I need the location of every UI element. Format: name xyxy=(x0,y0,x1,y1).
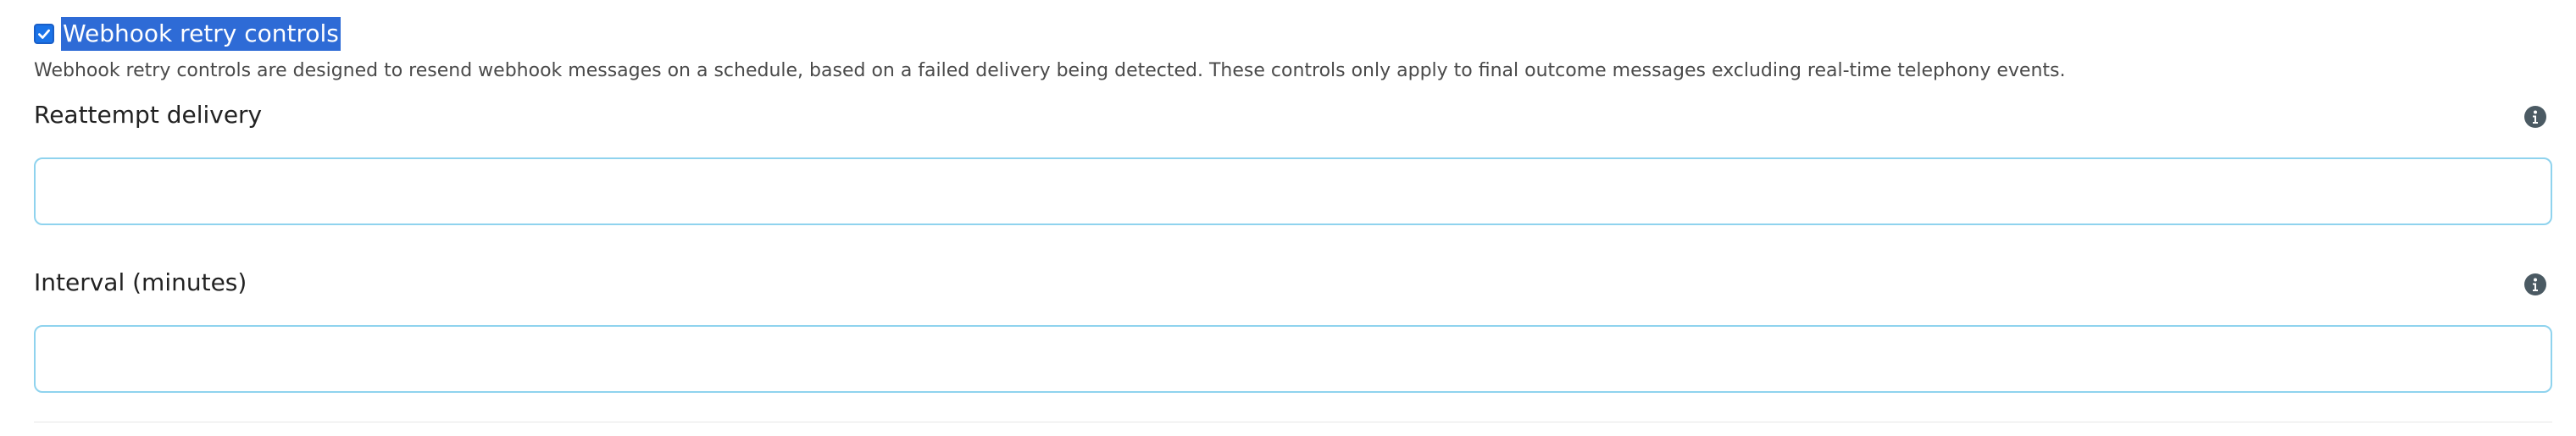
reattempt-delivery-label: Reattempt delivery xyxy=(34,101,263,129)
interval-minutes-label: Interval (minutes) xyxy=(34,268,247,296)
info-icon[interactable] xyxy=(2523,105,2547,129)
check-icon xyxy=(38,29,50,39)
webhook-retry-toggle[interactable]: Webhook retry controls xyxy=(34,15,341,52)
info-icon[interactable] xyxy=(2523,273,2547,296)
reattempt-delivery-input[interactable] xyxy=(34,157,2552,225)
webhook-retry-label[interactable]: Webhook retry controls xyxy=(61,17,341,51)
webhook-retry-checkbox[interactable] xyxy=(34,24,54,44)
webhook-retry-description: Webhook retry controls are designed to r… xyxy=(34,60,2066,81)
webhook-retry-panel: Webhook retry controls Webhook retry con… xyxy=(0,0,2576,436)
interval-minutes-input[interactable] xyxy=(34,325,2552,393)
